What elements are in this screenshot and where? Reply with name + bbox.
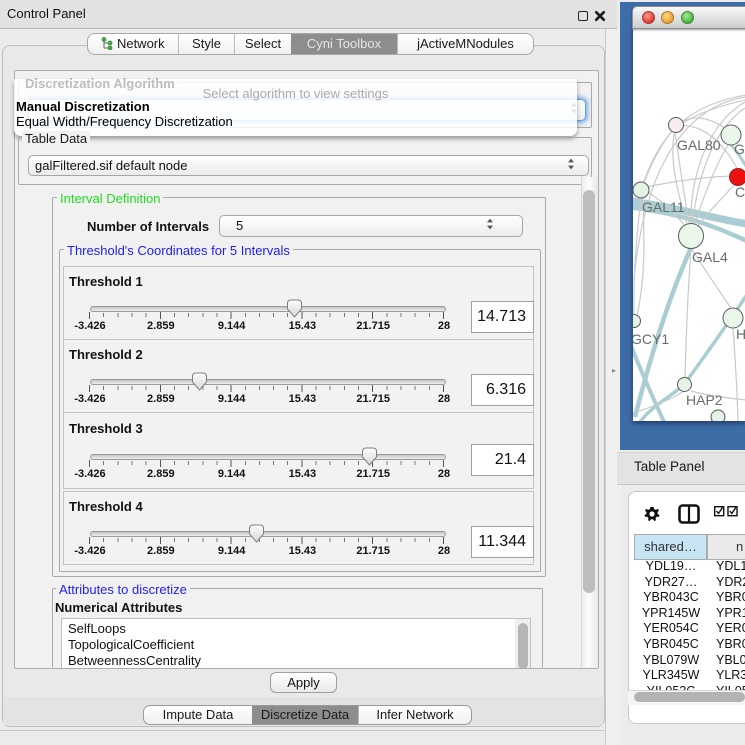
svg-text:HAP2: HAP2 xyxy=(686,392,723,408)
svg-text:GAL1: GAL1 xyxy=(734,141,745,157)
svg-text:GAL11: GAL11 xyxy=(642,199,685,215)
svg-text:CY: CY xyxy=(735,184,745,200)
svg-text:HIS: HIS xyxy=(736,326,745,342)
svg-text:GCY1: GCY1 xyxy=(633,331,669,347)
svg-text:GAL4: GAL4 xyxy=(692,249,728,265)
svg-text:GAL80: GAL80 xyxy=(677,137,721,153)
